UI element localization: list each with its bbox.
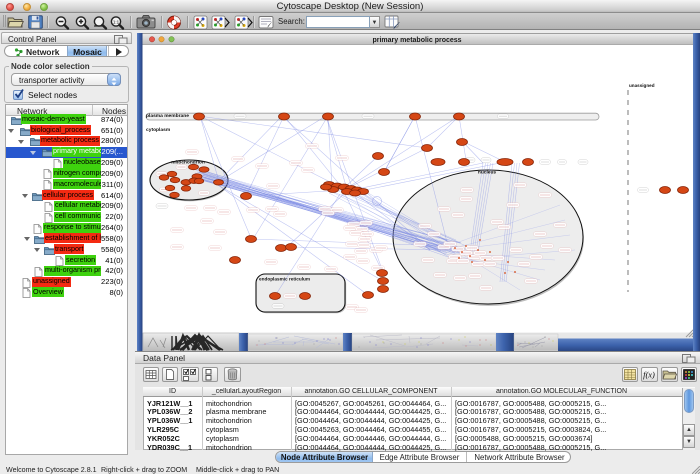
svg-text:cytoplasm: cytoplasm [146,127,171,133]
svg-text:unassigned: unassigned [629,83,655,88]
svg-text:f(x): f(x) [643,370,655,380]
svg-text:nucleus: nucleus [478,170,496,176]
svg-text:plasma membrane: plasma membrane [146,113,189,119]
svg-text:mitochondrion: mitochondrion [171,160,205,166]
svg-text:primary metabolic process: primary metabolic process [372,37,461,44]
svg-text:1:1: 1:1 [113,20,120,25]
